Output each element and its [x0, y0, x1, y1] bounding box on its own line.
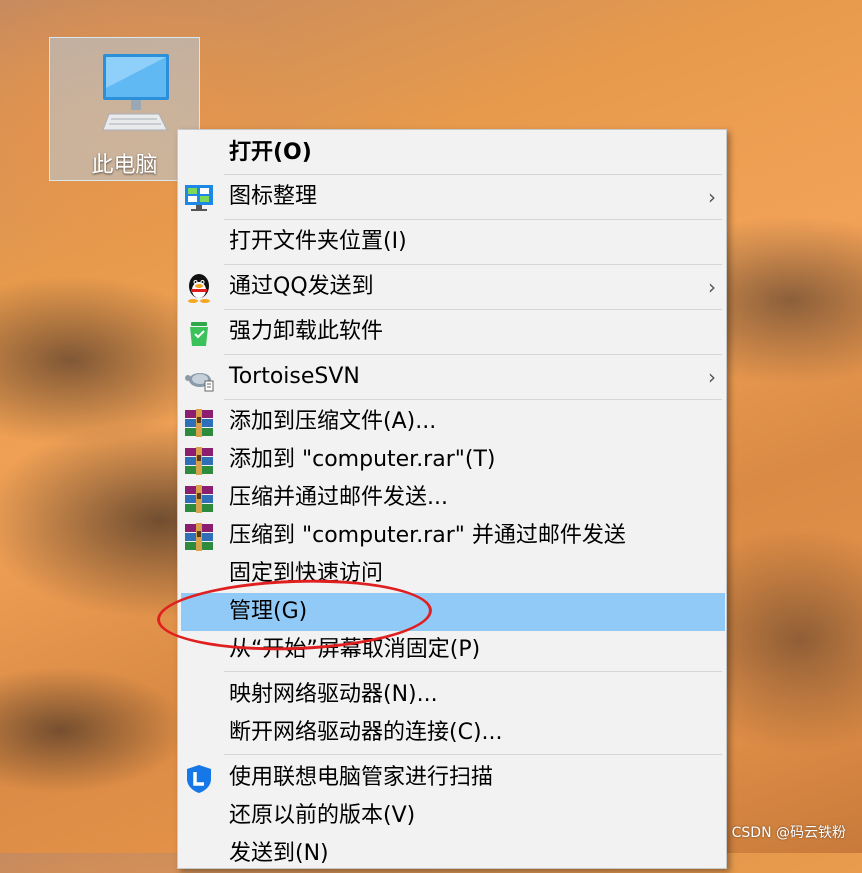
menu-item-lenovo-scan[interactable]: 使用联想电脑管家进行扫描 — [178, 759, 726, 797]
winrar-books-icon — [185, 447, 213, 475]
menu-item-map-network-drive[interactable]: 映射网络驱动器(N)... — [178, 676, 726, 714]
menu-item-open[interactable]: 打开(O) — [178, 134, 726, 172]
submenu-arrow-icon: › — [708, 365, 716, 389]
menu-separator — [224, 174, 722, 175]
menu-item-force-uninstall[interactable]: 强力卸载此软件 — [178, 313, 726, 351]
menu-item-label: 添加到压缩文件(A)... — [229, 409, 437, 434]
menu-item-label: 压缩到 "computer.rar" 并通过邮件发送 — [229, 523, 626, 548]
menu-item-unpin-from-start[interactable]: 从“开始”屏幕取消固定(P) — [178, 631, 726, 669]
menu-item-label: 添加到 "computer.rar"(T) — [229, 447, 496, 472]
menu-item-label: 打开(O) — [229, 140, 312, 165]
menu-item-label: 打开文件夹位置(I) — [229, 229, 407, 254]
menu-item-restore-previous-versions[interactable]: 还原以前的版本(V) — [178, 797, 726, 835]
menu-item-add-to-computer-rar[interactable]: 添加到 "computer.rar"(T) — [178, 441, 726, 479]
menu-item-compress-and-email[interactable]: 压缩并通过邮件发送... — [178, 479, 726, 517]
menu-item-compress-to-rar-and-email[interactable]: 压缩到 "computer.rar" 并通过邮件发送 — [178, 517, 726, 555]
uninstall-bin-icon — [190, 322, 208, 346]
winrar-books-icon — [185, 409, 213, 437]
computer-monitor-icon — [102, 54, 169, 131]
menu-separator — [224, 354, 722, 355]
menu-item-icon-arrange[interactable]: 图标整理 › — [178, 178, 726, 216]
menu-item-send-to[interactable]: 发送到(N) — [178, 835, 726, 873]
menu-item-send-via-qq[interactable]: 通过QQ发送到 › — [178, 268, 726, 306]
menu-item-label: 管理(G) — [229, 599, 308, 624]
menu-item-label: 固定到快速访问 — [229, 561, 384, 586]
menu-separator — [224, 264, 722, 265]
menu-item-label: 发送到(N) — [229, 841, 329, 866]
menu-separator — [224, 671, 722, 672]
menu-item-label: 压缩并通过邮件发送... — [229, 485, 448, 510]
desktop-organize-icon — [185, 185, 213, 211]
menu-item-label: 断开网络驱动器的连接(C)... — [229, 720, 503, 745]
menu-item-pin-to-quick-access[interactable]: 固定到快速访问 — [178, 555, 726, 593]
menu-item-label: 从“开始”屏幕取消固定(P) — [229, 637, 481, 662]
menu-item-add-to-archive[interactable]: 添加到压缩文件(A)... — [178, 403, 726, 441]
menu-separator — [224, 309, 722, 310]
menu-separator — [224, 399, 722, 400]
menu-item-disconnect-network-drive[interactable]: 断开网络驱动器的连接(C)... — [178, 714, 726, 752]
winrar-books-icon — [185, 523, 213, 551]
tortoise-svn-icon — [185, 373, 214, 392]
submenu-arrow-icon: › — [708, 275, 716, 299]
qq-penguin-icon — [188, 274, 210, 303]
menu-item-open-folder-location[interactable]: 打开文件夹位置(I) — [178, 223, 726, 261]
menu-separator — [224, 754, 722, 755]
menu-item-label: 映射网络驱动器(N)... — [229, 682, 438, 707]
lenovo-shield-icon — [187, 765, 211, 793]
menu-item-manage[interactable]: 管理(G) — [181, 593, 725, 631]
context-menu: 打开(O) 图标整理 › 打开文件夹位置(I) 通过QQ发送到 › 强力卸载此软… — [177, 129, 727, 869]
menu-item-label: 还原以前的版本(V) — [229, 803, 416, 828]
submenu-arrow-icon: › — [708, 185, 716, 209]
watermark: CSDN @码云铁粉 — [731, 825, 846, 841]
menu-item-label: 强力卸载此软件 — [229, 319, 384, 344]
menu-item-label: 通过QQ发送到 — [229, 274, 374, 299]
menu-separator — [224, 219, 722, 220]
menu-item-label: 图标整理 — [229, 184, 318, 209]
winrar-books-icon — [185, 485, 213, 513]
menu-item-label: 使用联想电脑管家进行扫描 — [229, 765, 494, 790]
menu-item-label: TortoiseSVN — [229, 364, 360, 389]
menu-item-tortoisesvn[interactable]: TortoiseSVN › — [178, 358, 726, 396]
